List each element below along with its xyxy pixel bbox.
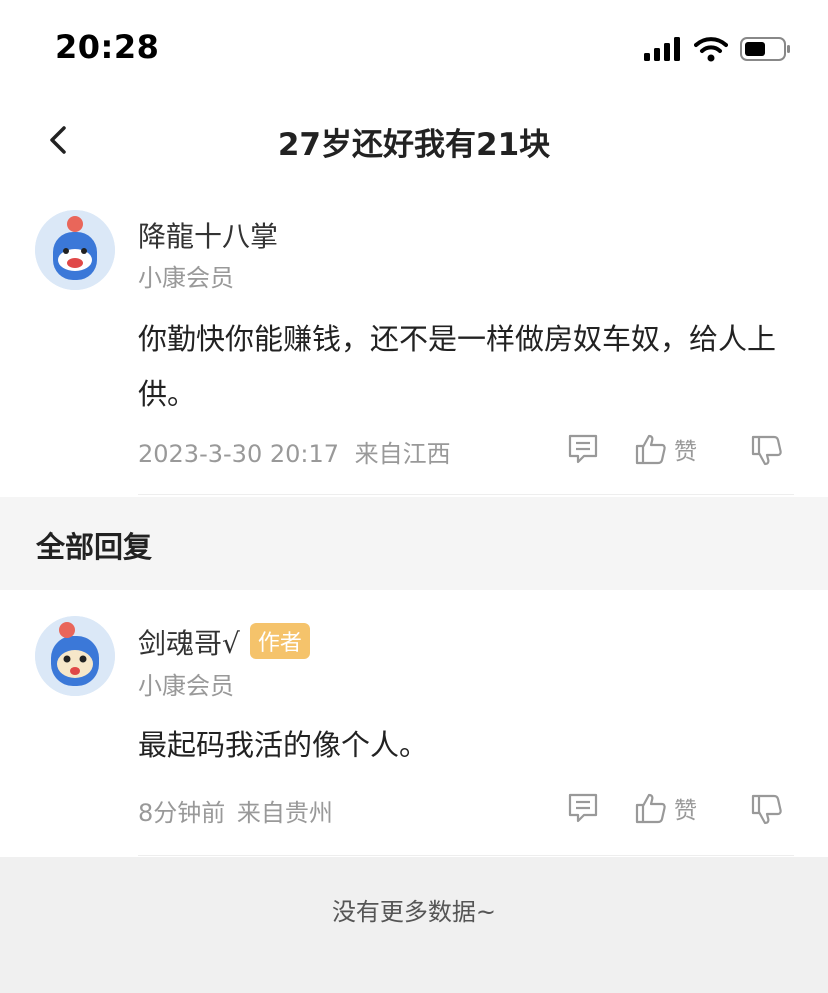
reply-timestamp: 8分钟前 — [138, 799, 226, 827]
like-button[interactable]: 赞 — [634, 432, 697, 466]
comment-icon — [568, 434, 598, 464]
divider — [138, 855, 794, 856]
reply-like-button[interactable]: 赞 — [634, 791, 697, 825]
post-meta: 2023-3-30 20:17 来自江西 — [138, 434, 451, 469]
reply-location: 来自贵州 — [236, 799, 333, 827]
replies-section-title: 全部回复 — [36, 530, 153, 564]
status-icons — [644, 36, 792, 62]
reply-avatar[interactable] — [35, 616, 115, 696]
status-time: 20:28 — [55, 28, 160, 66]
comment-icon — [568, 793, 598, 823]
author-badge: 作者 — [249, 623, 310, 659]
signal-icon — [644, 37, 680, 61]
reply-username[interactable]: 剑魂哥√ — [138, 627, 240, 660]
thumbs-up-icon — [635, 793, 666, 824]
post-username[interactable]: 降龍十八掌 — [138, 215, 278, 255]
reply-member-level: 小康会员 — [138, 672, 234, 700]
thumbs-down-icon — [751, 435, 782, 466]
thumbs-down-icon — [751, 794, 782, 825]
post-content: 你勤快你能赚钱，还不是一样做房奴车奴，给人上供。 — [138, 322, 777, 411]
avatar-icon — [35, 210, 115, 290]
wifi-icon — [694, 37, 728, 62]
page-title: 27岁还好我有21块 — [277, 127, 551, 163]
like-label: 赞 — [674, 439, 697, 465]
post-member-level: 小康会员 — [138, 264, 234, 292]
avatar-icon — [35, 616, 115, 696]
post-location: 来自江西 — [354, 440, 451, 468]
reply-meta: 8分钟前 来自贵州 — [138, 793, 333, 828]
comment-button[interactable] — [566, 432, 600, 466]
avatar[interactable] — [35, 210, 115, 290]
divider — [138, 494, 794, 495]
thumbs-up-icon — [635, 434, 666, 465]
battery-icon — [740, 37, 790, 61]
dislike-button[interactable] — [750, 434, 784, 468]
reply-content: 最起码我活的像个人。 — [138, 728, 429, 762]
no-more-data-text: 没有更多数据~ — [331, 898, 497, 926]
reply-comment-button[interactable] — [566, 791, 600, 825]
reply-username-row: 剑魂哥√ 作者 — [138, 622, 310, 662]
reply-dislike-button[interactable] — [750, 793, 784, 827]
like-label: 赞 — [674, 798, 697, 824]
post-timestamp: 2023-3-30 20:17 — [138, 440, 339, 468]
